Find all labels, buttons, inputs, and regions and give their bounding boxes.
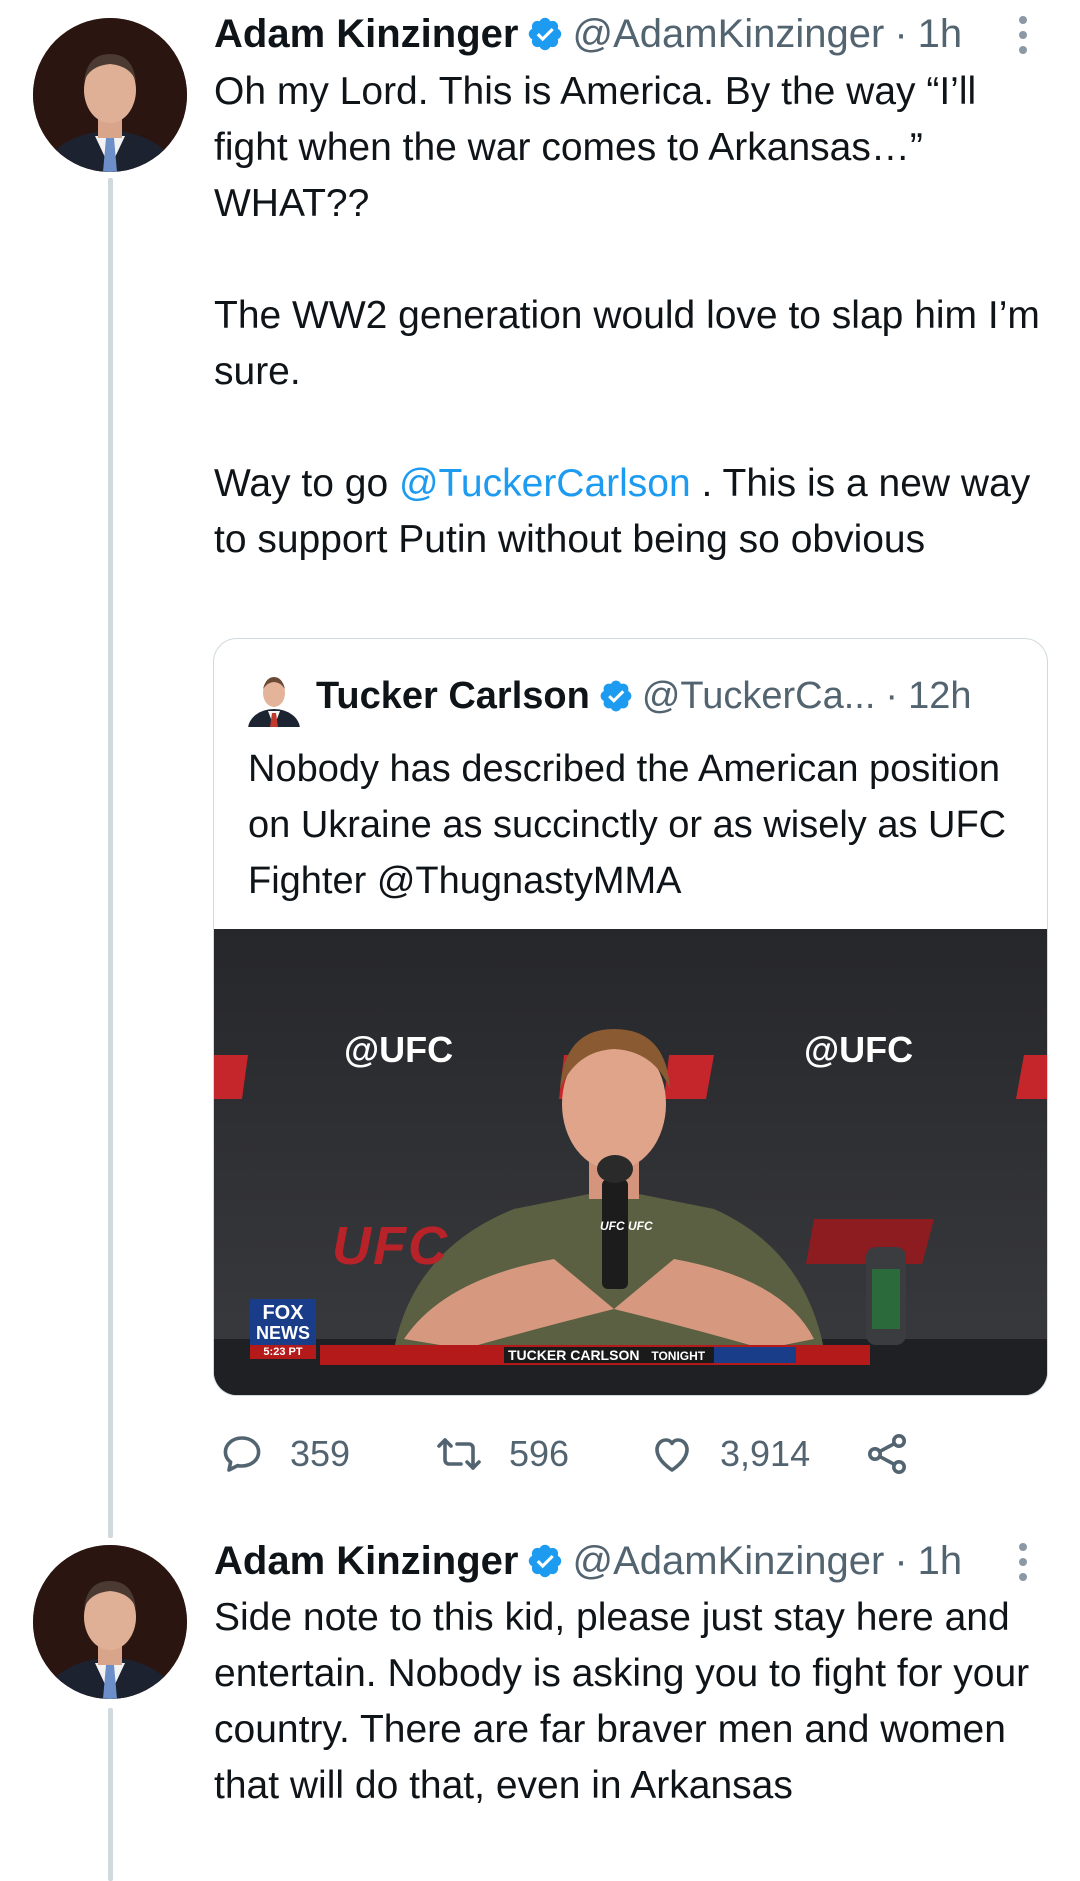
separator-dot: ·	[894, 1539, 908, 1583]
tweet-paragraph: The WW2 generation would love to slap hi…	[214, 294, 1040, 393]
author-avatar[interactable]	[33, 1545, 187, 1699]
backdrop-tag-left: @UFC	[344, 1029, 454, 1070]
quote-text: Nobody has described the American positi…	[248, 748, 1007, 902]
separator-dot: ·	[885, 675, 899, 717]
thread-connector-line	[108, 178, 113, 1538]
avatar-image	[33, 18, 187, 172]
like-count: 3,914	[720, 1433, 811, 1474]
quote-timestamp[interactable]: 12h	[908, 673, 971, 719]
quote-author-name[interactable]: Tucker Carlson	[316, 673, 590, 719]
verified-badge-icon	[529, 1544, 562, 1578]
retweet-button[interactable]: 596	[433, 1430, 648, 1478]
author-avatar[interactable]	[33, 18, 187, 172]
thread-connector-line	[108, 1708, 113, 1881]
quote-header: Tucker Carlson @TuckerCa... · 12h	[316, 673, 971, 719]
backdrop-tag-right: @UFC	[804, 1029, 914, 1070]
quote-media[interactable]: @UFC @UFC UFC UFC UFC FOX NEWS 5:23 PT T…	[214, 929, 1047, 1395]
tweet-paragraph: Way to go @TuckerCarlson . This is a new…	[214, 456, 1044, 568]
reply-count: 359	[290, 1433, 351, 1474]
tweet-timestamp[interactable]: 1h	[918, 1537, 963, 1585]
tweet-body: Oh my Lord. This is America. By the way …	[214, 64, 1044, 568]
media-frame	[214, 929, 1047, 1395]
verified-badge-icon	[600, 680, 632, 712]
mention-link[interactable]: @TuckerCarlson	[399, 462, 691, 505]
retweet-icon	[437, 1438, 481, 1470]
tweet-actions: 359 596 3,914	[218, 1424, 911, 1484]
separator-dot: ·	[894, 12, 908, 56]
tweet-timestamp[interactable]: 1h	[918, 10, 963, 58]
broadcast-time: 5:23 PT	[263, 1346, 303, 1358]
reply-button[interactable]: 359	[218, 1430, 433, 1478]
fox-news-logo: FOX NEWS	[252, 1303, 314, 1343]
quote-tweet-card[interactable]: Tucker Carlson @TuckerCa... · 12h Nobody…	[213, 638, 1048, 1396]
author-name[interactable]: Adam Kinzinger	[214, 10, 518, 58]
show-name-right: TONIGHT	[651, 1349, 706, 1363]
backdrop-logo: UFC	[332, 1216, 449, 1276]
show-name: TUCKER CARLSON TONIGHT	[508, 1347, 705, 1364]
quote-author-handle[interactable]: @TuckerCa...	[642, 673, 876, 719]
quote-author-avatar	[248, 671, 300, 749]
tweet-paragraph: Side note to this kid, please just stay …	[214, 1596, 1030, 1807]
more-options-icon[interactable]	[1008, 12, 1038, 58]
network-line2: NEWS	[256, 1323, 310, 1343]
network-line1: FOX	[262, 1302, 304, 1324]
retweet-count: 596	[509, 1433, 570, 1474]
mic-label: UFC UFC	[600, 1219, 653, 1233]
share-button[interactable]	[863, 1430, 911, 1478]
tweet-paragraph: Oh my Lord. This is America. By the way …	[214, 70, 977, 225]
tweet-header: Adam Kinzinger @AdamKinzinger · 1h	[214, 1537, 962, 1585]
show-name-left: TUCKER CARLSON	[508, 1347, 640, 1363]
share-icon	[868, 1434, 906, 1474]
heart-icon	[655, 1438, 689, 1472]
tweet-body: Side note to this kid, please just stay …	[214, 1590, 1044, 1814]
avatar-image	[33, 1545, 187, 1699]
more-options-icon[interactable]	[1008, 1539, 1038, 1585]
verified-badge-icon	[529, 17, 562, 51]
like-button[interactable]: 3,914	[648, 1430, 863, 1478]
author-handle[interactable]: @AdamKinzinger	[572, 10, 884, 58]
reply-icon	[223, 1436, 261, 1472]
author-name[interactable]: Adam Kinzinger	[214, 1537, 518, 1585]
tweet-header: Adam Kinzinger @AdamKinzinger · 1h	[214, 10, 962, 58]
author-handle[interactable]: @AdamKinzinger	[572, 1537, 884, 1585]
tweet-text-segment: Way to go	[214, 462, 399, 505]
